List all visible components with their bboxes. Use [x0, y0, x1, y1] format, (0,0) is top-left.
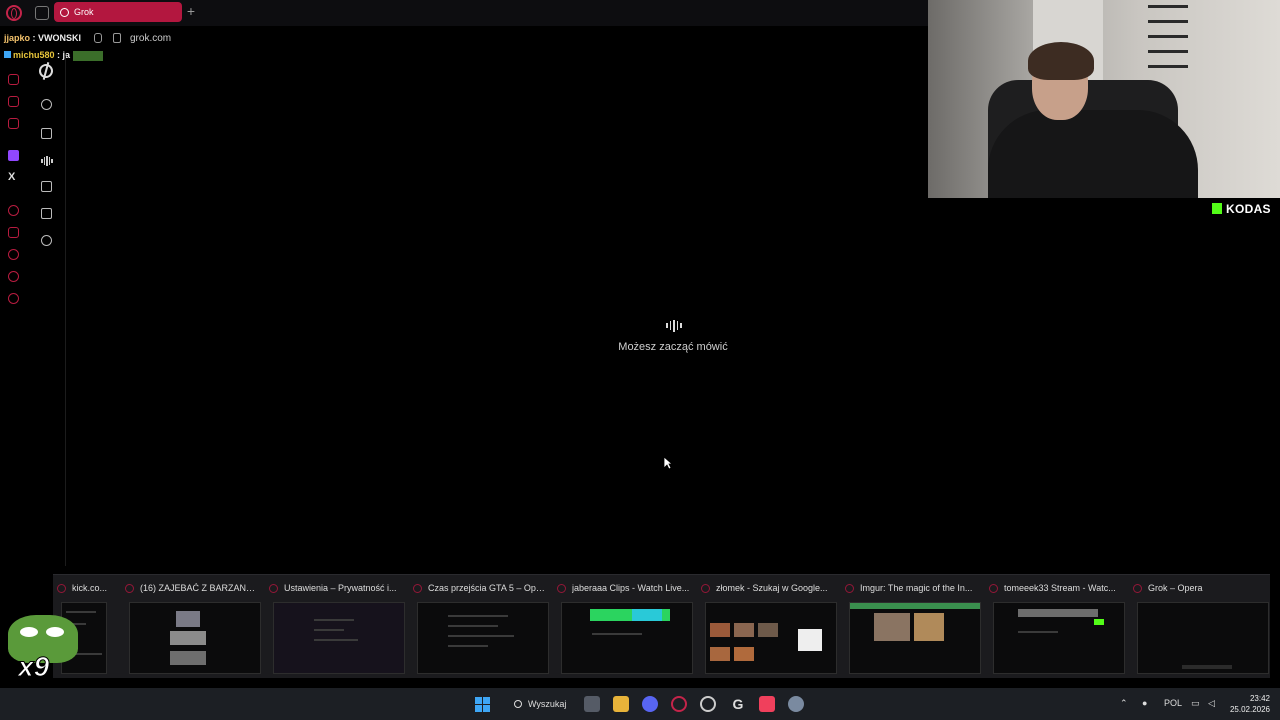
- chat-message-1: jjapko : VWONSKI: [4, 33, 82, 43]
- sidebar-player-icon[interactable]: [8, 205, 19, 216]
- taskbar-clock[interactable]: 23:42 25.02.2026: [1226, 693, 1270, 715]
- new-chat-icon[interactable]: [41, 128, 52, 139]
- language-indicator[interactable]: POL: [1164, 698, 1182, 708]
- voice-mode-icon[interactable]: [41, 156, 53, 166]
- tab-grok[interactable]: Grok: [54, 2, 182, 22]
- sidebar-twitch-icon[interactable]: [8, 150, 19, 161]
- webcam-streamer-hair: [1028, 42, 1094, 80]
- opera-gx-icon[interactable]: [671, 696, 687, 712]
- opera-icon: [701, 583, 710, 593]
- grok-favicon-icon: [60, 7, 69, 17]
- grok-sidebar: [27, 56, 66, 566]
- network-icon[interactable]: ▭: [1191, 698, 1200, 709]
- lock-icon[interactable]: [113, 33, 121, 43]
- itunes-icon[interactable]: [759, 696, 775, 712]
- imagine-icon[interactable]: [41, 181, 52, 192]
- kodas-brand-overlay: KODAS: [1212, 202, 1271, 216]
- task-view-icon[interactable]: [584, 696, 600, 712]
- clock-date: 25.02.2026: [1229, 705, 1270, 714]
- switcher-item[interactable]: (16) ZAJEBAĆ Z BARZANTA...: [121, 575, 261, 679]
- url-field[interactable]: grok.com: [130, 33, 171, 44]
- clock-time: 23:42: [1249, 694, 1270, 703]
- voice-prompt-text: Możesz zacząć mówić: [618, 341, 728, 353]
- kick-logo-icon: [1212, 203, 1222, 214]
- windows-start-icon[interactable]: [475, 697, 490, 712]
- chat-text: VWONSKI: [38, 33, 82, 43]
- opera-icon: [989, 583, 998, 593]
- switcher-thumbnail: [417, 602, 549, 674]
- switcher-thumbnail: [273, 602, 405, 674]
- sidebar-settings-icon[interactable]: [8, 293, 19, 304]
- emote-count: x9: [17, 651, 50, 683]
- projects-icon[interactable]: [41, 208, 52, 219]
- voice-wave-icon: [666, 319, 682, 332]
- opera-icon: [1133, 583, 1142, 593]
- switcher-thumbnail: [129, 602, 261, 674]
- switcher-item[interactable]: Grok – Opera: [1129, 575, 1269, 679]
- switcher-item[interactable]: Imgur: The magic of the In...: [841, 575, 981, 679]
- tab-overview-icon[interactable]: [35, 6, 49, 20]
- switcher-item[interactable]: tomeeek33 Stream - Watc...: [985, 575, 1125, 679]
- history-icon[interactable]: [41, 235, 52, 246]
- switcher-item[interactable]: złomek - Szukaj w Google...: [697, 575, 837, 679]
- profile-icon[interactable]: [94, 33, 102, 43]
- microphone-icon[interactable]: ●: [1142, 698, 1147, 708]
- opera-icon: [269, 583, 278, 593]
- sidebar-mail-icon[interactable]: [8, 118, 19, 129]
- chrome-icon[interactable]: [700, 696, 716, 712]
- sidebar-x-icon[interactable]: X: [8, 171, 15, 183]
- pepe-emote-overlay: x9: [6, 615, 80, 683]
- opera-icon: [413, 583, 422, 593]
- sidebar-pinboard-icon[interactable]: [8, 227, 19, 238]
- search-label: Wyszukaj: [528, 699, 567, 709]
- opera-menu-icon[interactable]: [6, 5, 22, 21]
- opera-icon: [845, 583, 854, 593]
- settings-gear-icon[interactable]: [788, 696, 804, 712]
- switcher-item[interactable]: jaberaaa Clips - Watch Live...: [553, 575, 693, 679]
- chat-nick: jjapko: [4, 33, 31, 43]
- opera-icon: [125, 583, 134, 593]
- webcam-overlay: [928, 0, 1280, 198]
- discord-icon[interactable]: [642, 696, 658, 712]
- chat-emote-image: [72, 50, 103, 61]
- switcher-item[interactable]: Czas przejścia GTA 5 – Ope...: [409, 575, 549, 679]
- switcher-thumbnail: [705, 602, 837, 674]
- switcher-thumbnail: [993, 602, 1125, 674]
- sidebar-messenger-icon[interactable]: [8, 96, 19, 107]
- switcher-thumbnail: [849, 602, 981, 674]
- app-g-icon[interactable]: G: [730, 696, 746, 712]
- sidebar-history-icon[interactable]: [8, 249, 19, 260]
- taskbar-search-button[interactable]: Wyszukaj: [506, 693, 570, 715]
- sidebar-extensions-icon[interactable]: [8, 271, 19, 282]
- opera-icon: [57, 583, 66, 593]
- windows-taskbar: Wyszukaj G ⌃ ● POL ▭ ◁ 23:42 25.02.2026: [0, 688, 1280, 720]
- switcher-item[interactable]: Ustawienia – Prywatność i...: [265, 575, 405, 679]
- volume-icon[interactable]: ◁: [1208, 698, 1215, 709]
- sidebar-aria-icon[interactable]: [8, 74, 19, 85]
- file-explorer-icon[interactable]: [613, 696, 629, 712]
- switcher-thumbnail: [1137, 602, 1269, 674]
- tab-title: Grok: [74, 7, 94, 17]
- tray-chevron-up-icon[interactable]: ⌃: [1120, 698, 1128, 709]
- chat-badge-icon: [4, 51, 11, 58]
- grok-logo-icon[interactable]: [36, 61, 56, 81]
- search-icon: [514, 700, 522, 708]
- new-tab-button[interactable]: +: [185, 3, 197, 19]
- browser-tab-bar: Grok +: [0, 0, 928, 26]
- mouse-cursor-icon: [663, 456, 673, 470]
- switcher-thumbnail: [561, 602, 693, 674]
- opera-icon: [557, 583, 566, 593]
- window-switcher: kick.co... (16) ZAJEBAĆ Z BARZANTA... Us…: [53, 574, 1270, 678]
- webcam-streamer: [988, 110, 1198, 198]
- search-icon[interactable]: [41, 99, 52, 110]
